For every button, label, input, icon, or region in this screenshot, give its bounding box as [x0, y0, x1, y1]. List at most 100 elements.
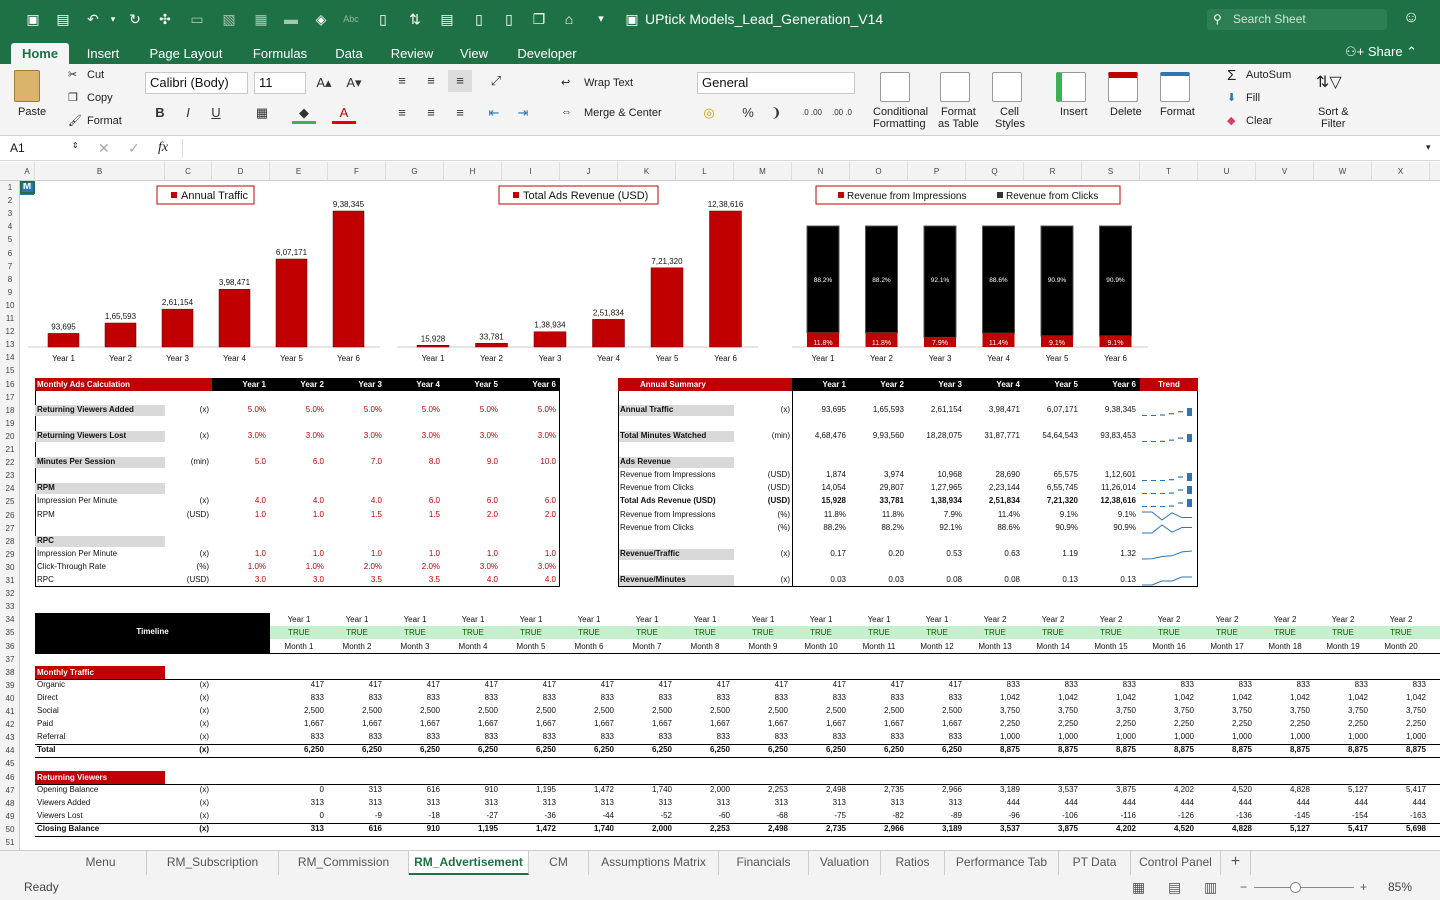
- name-box[interactable]: A1: [4, 138, 82, 158]
- row-header-49[interactable]: 49: [0, 810, 20, 823]
- page-break-view-icon[interactable]: ▥: [1204, 875, 1217, 900]
- row-header-12[interactable]: 12: [0, 325, 20, 338]
- sidebar-toggle-icon[interactable]: ▣: [24, 10, 42, 28]
- row-header-34[interactable]: 34: [0, 613, 20, 626]
- chart-icon[interactable]: ▧: [220, 10, 238, 28]
- borders-icon[interactable]: ▦: [250, 102, 274, 124]
- column-header-h[interactable]: H: [444, 162, 502, 181]
- enter-icon[interactable]: ✓: [128, 140, 140, 157]
- sheet-tab-ratios[interactable]: Ratios: [881, 851, 945, 875]
- row-header-8[interactable]: 8: [0, 273, 20, 286]
- row-header-51[interactable]: 51: [0, 836, 20, 849]
- row-header-21[interactable]: 21: [0, 443, 20, 456]
- folder-icon[interactable]: ▬: [282, 10, 300, 28]
- insert-function-button[interactable]: fx: [158, 140, 168, 156]
- wrap-text-button[interactable]: Wrap Text: [584, 77, 633, 89]
- autosum-button[interactable]: AutoSum: [1246, 69, 1291, 81]
- cell-styles-icon[interactable]: [992, 72, 1022, 102]
- align-right-icon[interactable]: ≡: [448, 102, 472, 124]
- merge-center-button[interactable]: Merge & Center: [584, 107, 662, 119]
- column-header-f[interactable]: F: [328, 162, 386, 181]
- underline-button[interactable]: U: [204, 102, 228, 124]
- column-header-n[interactable]: N: [792, 162, 850, 181]
- font-color-icon[interactable]: A: [332, 102, 356, 124]
- column-header-a[interactable]: A: [20, 162, 35, 181]
- row-header-29[interactable]: 29: [0, 548, 20, 561]
- cell-styles-label-1[interactable]: Cell: [1000, 106, 1019, 118]
- tab-developer[interactable]: Developer: [508, 43, 586, 64]
- orientation-icon[interactable]: ⤢: [484, 70, 508, 92]
- sheet-tab-assumptions-matrix[interactable]: Assumptions Matrix: [589, 851, 719, 875]
- row-header-31[interactable]: 31: [0, 574, 20, 587]
- font-size-select[interactable]: 11: [254, 72, 306, 94]
- tab-review[interactable]: Review: [382, 43, 442, 64]
- sheet-tab-cm[interactable]: CM: [529, 851, 589, 875]
- macro-icon[interactable]: ✣: [156, 10, 174, 28]
- increase-indent-icon[interactable]: ⇥: [511, 102, 535, 124]
- row-header-13[interactable]: 13: [0, 338, 20, 351]
- sort-icon[interactable]: ⇅: [406, 10, 424, 28]
- formula-input[interactable]: [182, 139, 1422, 158]
- cut-button[interactable]: Cut: [87, 69, 104, 81]
- row-header-40[interactable]: 40: [0, 692, 20, 705]
- column-header-k[interactable]: K: [618, 162, 676, 181]
- percent-button[interactable]: %: [736, 102, 760, 124]
- zoom-slider-thumb[interactable]: [1290, 882, 1301, 893]
- bold-button[interactable]: B: [148, 102, 172, 124]
- phone-icon[interactable]: ▯: [500, 10, 518, 28]
- format-icon[interactable]: ▤: [438, 10, 456, 28]
- decrease-indent-icon[interactable]: ⇤: [482, 102, 506, 124]
- tab-page-layout[interactable]: Page Layout: [140, 43, 232, 64]
- font-name-select[interactable]: Calibri (Body): [145, 72, 248, 94]
- format-cells-button[interactable]: Format: [1160, 106, 1195, 118]
- cancel-icon[interactable]: ✕: [98, 140, 110, 157]
- comma-style-icon[interactable]: ❩: [764, 102, 788, 124]
- row-header-17[interactable]: 17: [0, 391, 20, 404]
- row-header-39[interactable]: 39: [0, 679, 20, 692]
- expand-formula-icon[interactable]: ▾: [1426, 142, 1431, 153]
- column-header-w[interactable]: W: [1314, 162, 1372, 181]
- currency-icon[interactable]: ◎: [697, 102, 721, 124]
- row-header-27[interactable]: 27: [0, 522, 20, 535]
- sort-filter-icon[interactable]: ⇅▽: [1316, 72, 1342, 92]
- spelling-icon[interactable]: Abc: [342, 10, 360, 28]
- number-format-select[interactable]: General: [697, 72, 855, 94]
- row-header-28[interactable]: 28: [0, 535, 20, 548]
- column-header-l[interactable]: L: [676, 162, 734, 181]
- row-header-44[interactable]: 44: [0, 744, 20, 757]
- row-header-5[interactable]: 5: [0, 233, 20, 246]
- copy-button[interactable]: Copy: [87, 92, 113, 104]
- row-header-25[interactable]: 25: [0, 495, 20, 508]
- row-header-48[interactable]: 48: [0, 797, 20, 810]
- document-icon[interactable]: ▯: [374, 10, 392, 28]
- feedback-smiley-icon[interactable]: ☺: [1403, 9, 1419, 27]
- column-header-q[interactable]: Q: [966, 162, 1024, 181]
- redo-icon[interactable]: ↻: [126, 10, 144, 28]
- column-header-s[interactable]: S: [1082, 162, 1140, 181]
- fill-button[interactable]: Fill: [1246, 92, 1260, 104]
- page-icon[interactable]: ▯: [470, 10, 488, 28]
- column-header-t[interactable]: T: [1140, 162, 1198, 181]
- sheet-tab-performance-tab[interactable]: Performance Tab: [945, 851, 1059, 875]
- row-header-15[interactable]: 15: [0, 364, 20, 377]
- table-icon[interactable]: ▦: [252, 10, 270, 28]
- decrease-decimal-icon[interactable]: .00 .0: [830, 102, 854, 124]
- sheet-tab-financials[interactable]: Financials: [719, 851, 809, 875]
- row-header-50[interactable]: 50: [0, 823, 20, 836]
- row-header-1[interactable]: 1: [0, 181, 20, 194]
- add-sheet-icon[interactable]: +: [1221, 851, 1251, 875]
- share-button[interactable]: ⚇+ Share ⌃: [1345, 43, 1417, 61]
- page-layout-view-icon[interactable]: ▤: [1168, 875, 1181, 900]
- name-box-dropdown-icon[interactable]: ⇕: [72, 141, 79, 150]
- align-center-icon[interactable]: ≡: [419, 102, 443, 124]
- tab-insert[interactable]: Insert: [80, 43, 126, 64]
- row-header-32[interactable]: 32: [0, 587, 20, 600]
- delete-cells-button[interactable]: Delete: [1110, 106, 1142, 118]
- row-header-6[interactable]: 6: [0, 247, 20, 260]
- sheet-tab-rm-subscription[interactable]: RM_Subscription: [147, 851, 279, 875]
- zoom-slider[interactable]: [1254, 887, 1354, 888]
- zoom-out-icon[interactable]: −: [1240, 875, 1247, 900]
- column-header-r[interactable]: R: [1024, 162, 1082, 181]
- align-left-icon[interactable]: ≡: [390, 102, 414, 124]
- row-header-3[interactable]: 3: [0, 207, 20, 220]
